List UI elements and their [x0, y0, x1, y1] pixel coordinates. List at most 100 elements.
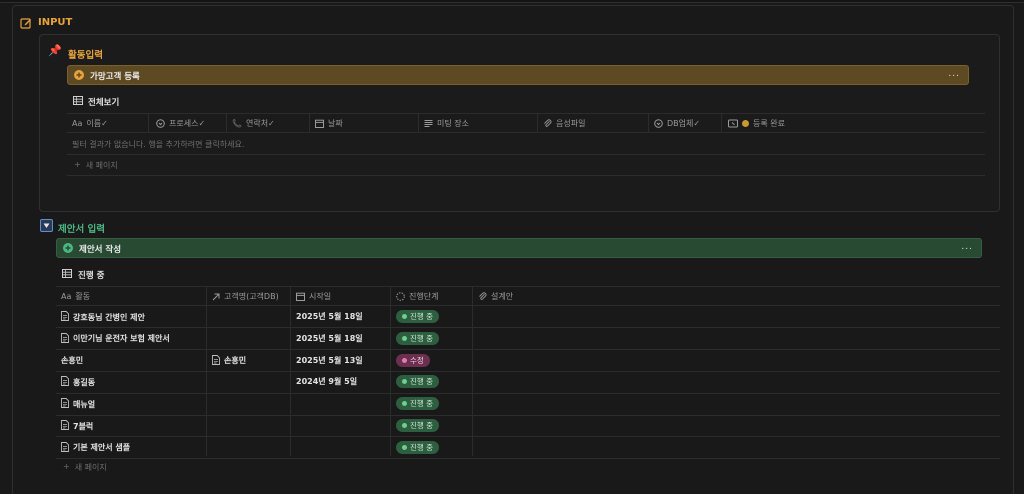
table-icon: [62, 269, 72, 278]
column-divider: [148, 113, 149, 132]
row-start-date-cell[interactable]: 2025년 5월 18일: [296, 311, 363, 322]
phone-icon: 📞: [232, 119, 242, 128]
row-start-date-cell[interactable]: 2025년 5월 18일: [296, 333, 363, 344]
column-header-meeting-place[interactable]: 미팅 장소: [424, 118, 469, 129]
toggle-button[interactable]: [40, 219, 53, 232]
row-stage-cell[interactable]: 진행 중: [396, 419, 440, 432]
row-activity-cell[interactable]: 홍길동: [61, 376, 95, 388]
plus-circle-icon: [63, 243, 73, 253]
column-header-name[interactable]: Aa 이름✓: [72, 118, 108, 129]
top-divider: [0, 0, 1024, 3]
write-proposal-button[interactable]: 제안서 작성 ...: [56, 238, 982, 258]
row-stage-cell[interactable]: 진행 중: [396, 331, 440, 345]
column-divider: [418, 113, 419, 132]
document-icon: [61, 376, 69, 388]
activity-new-page-button[interactable]: + 새 페이지: [74, 160, 118, 171]
column-header-registration-done[interactable]: 등록 완료: [728, 118, 785, 129]
paperclip-icon: [479, 292, 487, 300]
row-divider: [56, 414, 1000, 416]
text-icon: Aa: [61, 292, 72, 301]
row-stage-cell[interactable]: 진행 중: [396, 310, 440, 323]
column-header-date[interactable]: 날짜: [315, 118, 343, 129]
column-header-process[interactable]: 프로세스✓: [156, 118, 205, 129]
row-stage-cell[interactable]: 진행 중: [396, 397, 440, 411]
row-stage-cell[interactable]: 수정: [396, 353, 430, 367]
row-activity-cell[interactable]: 이만기님 운전자 보험 제안서: [61, 332, 170, 345]
document-icon: [61, 332, 69, 345]
column-header-design-plan[interactable]: 설계안: [478, 291, 513, 302]
row-activity-cell[interactable]: 손흥민: [61, 355, 83, 366]
status-dot-icon: [402, 379, 407, 385]
row-activity-cell[interactable]: 매뉴얼: [61, 398, 95, 410]
row-divider: [67, 175, 985, 176]
relation-arrow-icon: [212, 293, 220, 300]
row-start-date-cell[interactable]: 2024년 9월 5일: [296, 376, 357, 387]
header-bottom-divider: [56, 305, 1000, 306]
button-icon: [728, 119, 738, 128]
status-icon: [156, 119, 165, 128]
column-header-voice-file[interactable]: 음성파일: [543, 118, 585, 129]
column-header-contact[interactable]: 📞 연락처✓: [232, 118, 275, 129]
status-icon: [654, 119, 663, 128]
status-badge: 진행 중: [396, 331, 440, 345]
more-options-button[interactable]: ...: [961, 242, 973, 252]
row-activity-cell[interactable]: 기본 제안서 샘플: [61, 441, 130, 454]
status-badge: 진행 중: [396, 375, 440, 389]
status-badge: 진행 중: [396, 310, 440, 323]
more-options-button[interactable]: ...: [948, 69, 960, 79]
column-header-customer[interactable]: 고객명(고객DB): [212, 291, 279, 302]
plus-icon: +: [63, 462, 70, 471]
row-divider: [56, 458, 1000, 460]
view-tab-all[interactable]: 전체보기: [88, 96, 119, 108]
row-customer-cell[interactable]: 손흥민: [212, 354, 246, 367]
column-divider: [648, 113, 649, 132]
row-activity-cell[interactable]: 7블럭: [61, 420, 93, 432]
row-activity-cell[interactable]: 강호동님 간병인 제안: [61, 311, 145, 323]
table-icon: [73, 96, 83, 105]
column-divider: [537, 113, 538, 132]
status-badge: 수정: [396, 353, 430, 367]
document-icon: [61, 420, 69, 432]
header-top-divider: [56, 286, 1000, 287]
row-divider: [56, 327, 1000, 329]
empty-filter-message[interactable]: 필터 결과가 없습니다. 행을 추가하려면 클릭하세요.: [72, 139, 244, 150]
status-badge: 진행 중: [396, 397, 440, 411]
register-prospect-button[interactable]: 가망고객 등록 ...: [67, 65, 969, 85]
column-divider: [309, 113, 310, 132]
calendar-icon: [296, 292, 305, 301]
document-icon: [61, 441, 69, 454]
row-divider: [56, 370, 1000, 372]
triangle-down-icon: [43, 223, 50, 228]
proposal-section-title: 제안서 입력: [58, 224, 106, 235]
status-dot-icon: [402, 401, 407, 407]
row-divider: [67, 154, 985, 155]
text-icon: Aa: [72, 119, 83, 128]
proposal-new-page-button[interactable]: + 새 페이지: [63, 462, 107, 473]
column-header-activity[interactable]: Aa 활동: [61, 291, 90, 302]
column-header-stage[interactable]: 진행단계: [396, 291, 438, 302]
row-divider: [56, 349, 1000, 351]
view-tab-in-progress[interactable]: 진행 중: [78, 269, 104, 281]
column-divider: [226, 113, 227, 132]
plus-circle-icon: [74, 70, 84, 80]
status-badge: 진행 중: [396, 440, 440, 454]
status-badge: 진행 중: [396, 419, 440, 432]
status-dot-icon: [402, 423, 407, 428]
column-header-start-date[interactable]: 시작일: [296, 291, 331, 302]
status-dashed-icon: [396, 292, 405, 301]
plus-icon: +: [74, 160, 81, 169]
status-dot-icon: [402, 357, 407, 363]
edit-icon: [20, 18, 31, 29]
row-stage-cell[interactable]: 진행 중: [396, 375, 440, 389]
status-dot-icon: [402, 314, 407, 319]
paperclip-icon: [544, 119, 552, 127]
row-stage-cell[interactable]: 진행 중: [396, 440, 440, 454]
row-divider: [56, 436, 1000, 438]
header-top-divider: [67, 113, 985, 114]
document-icon: [61, 311, 69, 323]
status-dot-icon: [402, 444, 407, 450]
row-start-date-cell[interactable]: 2025년 5월 13일: [296, 355, 363, 366]
document-icon: [61, 398, 69, 410]
column-header-db-company[interactable]: DB업체✓: [654, 118, 700, 129]
row-divider: [56, 392, 1000, 394]
